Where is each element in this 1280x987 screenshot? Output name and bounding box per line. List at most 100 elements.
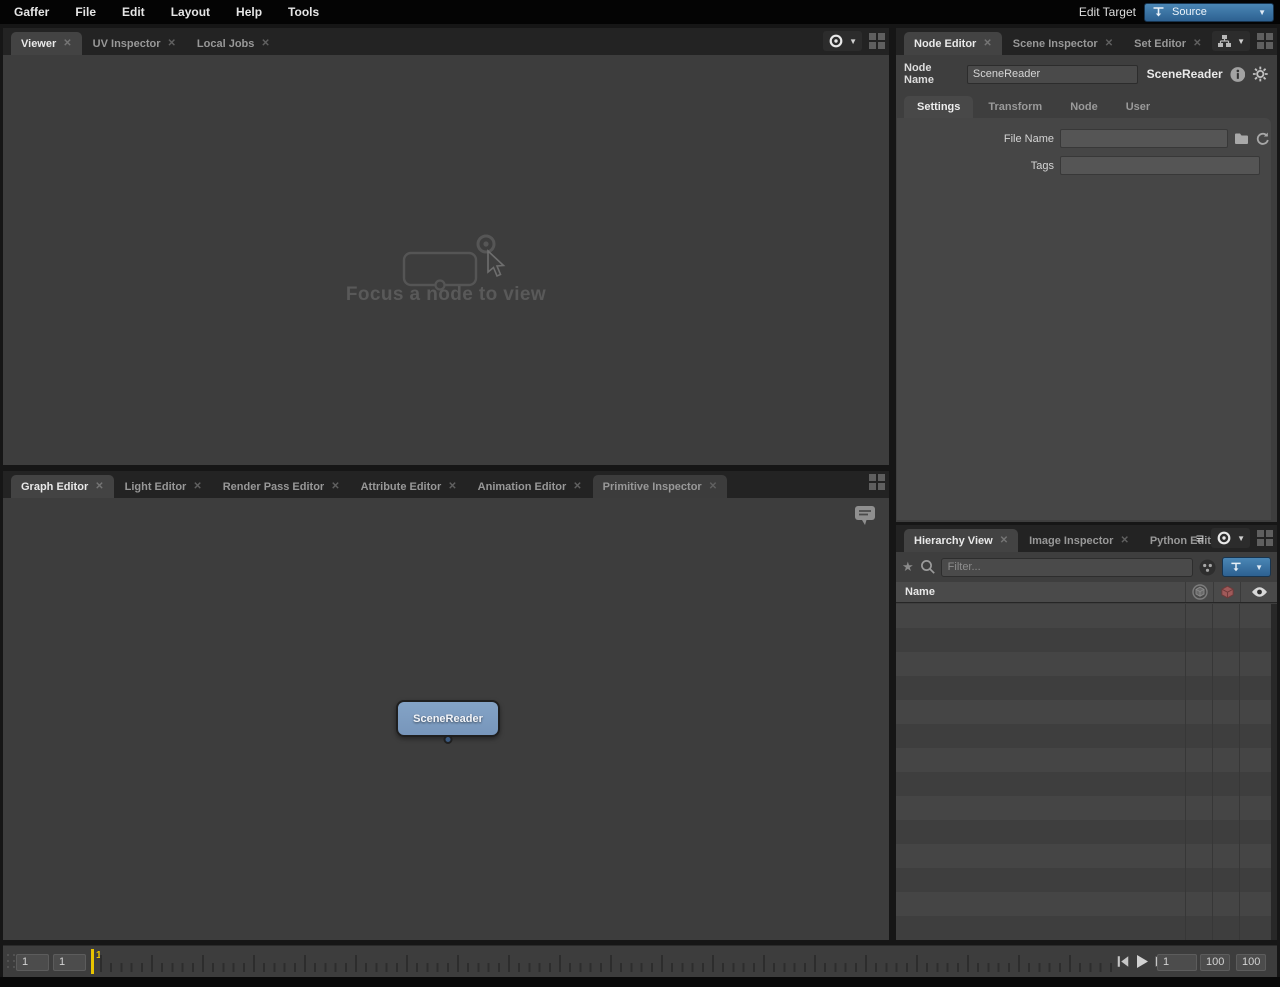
timeline-drag-handle[interactable] [7, 954, 16, 969]
node-name-input[interactable] [967, 65, 1138, 84]
tab-label: Hierarchy View [914, 535, 993, 547]
hierarchy-view-panel: Hierarchy View ✕ Image Inspector ✕ Pytho… [896, 525, 1277, 940]
tab-viewer[interactable]: Viewer ✕ [11, 32, 82, 55]
inclusions-cube-icon [1192, 584, 1208, 600]
column-divider [1212, 604, 1213, 940]
close-icon[interactable]: ✕ [1000, 536, 1008, 546]
play-button[interactable] [1134, 953, 1150, 970]
subtab-settings[interactable]: Settings [904, 96, 973, 118]
node-output-plug[interactable] [444, 735, 453, 744]
scrollbar-track[interactable] [1271, 604, 1277, 940]
menu-tools[interactable]: Tools [275, 0, 332, 24]
set-filter-ball-icon[interactable] [1199, 559, 1216, 576]
tab-label: Render Pass Editor [223, 481, 324, 493]
hierarchy-table-rows[interactable] [896, 604, 1277, 940]
tab-label: Set Editor [1134, 38, 1186, 50]
tab-local-jobs[interactable]: Local Jobs ✕ [187, 32, 280, 55]
editscope-target-button[interactable]: ▼ [1211, 528, 1250, 548]
tab-set-editor[interactable]: Set Editor ✕ [1124, 32, 1211, 55]
graph-canvas[interactable]: SceneReader [3, 498, 889, 940]
tab-label: Attribute Editor [361, 481, 442, 493]
frame-ruler[interactable] [100, 949, 1113, 973]
name-column-header[interactable]: Name [896, 586, 1185, 598]
close-icon[interactable]: ✕ [448, 482, 456, 492]
range-end-input[interactable]: 100 [1200, 954, 1230, 971]
edit-target-label: Edit Target [1079, 5, 1136, 19]
tab-node-editor[interactable]: Node Editor ✕ [904, 32, 1002, 55]
hierarchy-filter-input[interactable] [941, 558, 1193, 577]
bookmark-star-icon[interactable]: ★ [902, 559, 914, 575]
close-icon[interactable]: ✕ [573, 482, 581, 492]
tab-render-pass-editor[interactable]: Render Pass Editor ✕ [213, 475, 350, 498]
menu-layout[interactable]: Layout [158, 0, 223, 24]
tab-label: Image Inspector [1029, 535, 1113, 547]
edit-target-source-button[interactable]: Source ▼ [1144, 3, 1274, 22]
hierarchy-tabstrip: Hierarchy View ✕ Image Inspector ✕ Pytho… [896, 525, 1277, 552]
subtab-node[interactable]: Node [1057, 96, 1111, 118]
scene-target-button[interactable]: ▼ [1222, 557, 1271, 577]
hierarchy-table-header: Name [896, 582, 1277, 603]
menu-edit[interactable]: Edit [109, 0, 158, 24]
subtab-transform[interactable]: Transform [975, 96, 1055, 118]
close-icon[interactable]: ✕ [709, 482, 717, 492]
close-icon[interactable]: ✕ [168, 39, 176, 49]
scene-reader-node[interactable]: SceneReader [396, 700, 500, 737]
frame-start-input[interactable]: 1 [16, 954, 49, 971]
tab-label: Animation Editor [478, 481, 567, 493]
column-divider [1239, 604, 1240, 940]
menu-help[interactable]: Help [223, 0, 275, 24]
layout-grid-icon[interactable] [1257, 530, 1273, 546]
exclusions-column-header[interactable] [1213, 582, 1240, 602]
info-icon[interactable] [1230, 66, 1246, 83]
tab-animation-editor[interactable]: Animation Editor ✕ [468, 475, 592, 498]
folder-browse-icon[interactable] [1234, 132, 1249, 145]
file-name-input[interactable] [1060, 129, 1228, 148]
close-icon[interactable]: ✕ [1120, 536, 1128, 546]
layout-grid-icon[interactable] [869, 474, 885, 490]
annotation-icon[interactable] [853, 505, 877, 527]
tab-light-editor[interactable]: Light Editor ✕ [115, 475, 212, 498]
close-icon[interactable]: ✕ [1105, 39, 1113, 49]
chevron-down-icon: ▼ [1255, 563, 1263, 572]
tab-overflow-menu-icon[interactable]: ≡ [1196, 530, 1204, 546]
menu-file[interactable]: File [62, 0, 109, 24]
layout-grid-icon[interactable] [869, 33, 885, 49]
gear-icon[interactable] [1252, 65, 1269, 83]
chevron-down-icon: ▼ [1237, 534, 1245, 543]
tab-graph-editor[interactable]: Graph Editor ✕ [11, 475, 114, 498]
tab-image-inspector[interactable]: Image Inspector ✕ [1019, 529, 1139, 552]
tab-hierarchy-view[interactable]: Hierarchy View ✕ [904, 529, 1018, 552]
frame-increment-input[interactable]: 1 [53, 954, 86, 971]
subtab-user[interactable]: User [1113, 96, 1163, 118]
tab-label: Viewer [21, 38, 56, 50]
viewer-panel: Viewer ✕ UV Inspector ✕ Local Jobs ✕ ▼ F… [3, 28, 889, 465]
tab-scene-inspector[interactable]: Scene Inspector ✕ [1003, 32, 1123, 55]
layout-grid-icon[interactable] [1257, 33, 1273, 49]
go-to-start-button[interactable] [1116, 954, 1130, 969]
tags-input[interactable] [1060, 156, 1260, 175]
menu-gaffer[interactable]: Gaffer [0, 0, 62, 24]
playhead[interactable] [91, 949, 94, 974]
close-icon[interactable]: ✕ [63, 39, 71, 49]
current-frame-input[interactable]: 1 [1157, 954, 1197, 971]
visibility-column-header[interactable] [1240, 582, 1277, 602]
reload-icon[interactable] [1255, 131, 1270, 146]
close-icon[interactable]: ✕ [95, 482, 103, 492]
editscope-target-button[interactable]: ▼ [823, 31, 862, 51]
close-icon[interactable]: ✕ [983, 39, 991, 49]
tab-primitive-inspector[interactable]: Primitive Inspector ✕ [593, 475, 727, 498]
close-icon[interactable]: ✕ [193, 482, 201, 492]
tab-attribute-editor[interactable]: Attribute Editor ✕ [351, 475, 467, 498]
inclusions-column-header[interactable] [1185, 582, 1213, 602]
viewer-tabstrip: Viewer ✕ UV Inspector ✕ Local Jobs ✕ ▼ [3, 28, 889, 55]
close-icon[interactable]: ✕ [331, 482, 339, 492]
viewer-content[interactable]: Focus a node to view [3, 55, 889, 465]
playback-end-input[interactable]: 100 [1236, 954, 1266, 971]
close-icon[interactable]: ✕ [261, 39, 269, 49]
tab-label: Local Jobs [197, 38, 254, 50]
node-editor-subtabs: Settings Transform Node User [896, 95, 1277, 118]
node-set-menu-button[interactable]: ▼ [1212, 31, 1250, 51]
menubar: Gaffer File Edit Layout Help Tools Edit … [0, 0, 1280, 24]
close-icon[interactable]: ✕ [1193, 39, 1201, 49]
tab-uv-inspector[interactable]: UV Inspector ✕ [83, 32, 186, 55]
